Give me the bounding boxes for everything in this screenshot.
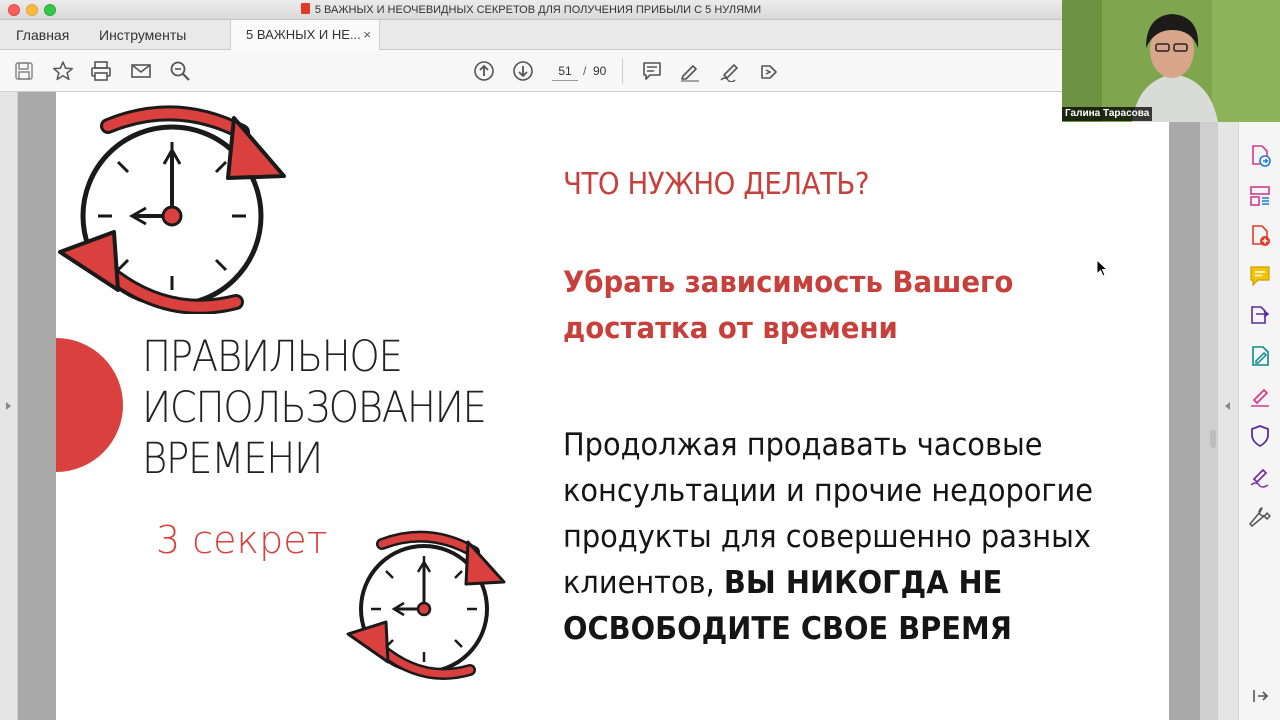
- edit-pdf-icon[interactable]: [1248, 344, 1272, 368]
- participant-name: Галина Тарасова: [1062, 107, 1153, 121]
- window-title: 5 ВАЖНЫХ И НЕОЧЕВИДНЫХ СЕКРЕТОВ ДЛЯ ПОЛУ…: [0, 3, 1062, 16]
- more-tools-icon[interactable]: [1248, 504, 1272, 528]
- collapse-pane-icon[interactable]: [1248, 684, 1272, 708]
- question-heading: ЧТО НУЖНО ДЕЛАТЬ?: [563, 167, 870, 202]
- export-pdf-icon[interactable]: [1248, 144, 1272, 168]
- zoom-search-icon[interactable]: [169, 60, 191, 82]
- webcam-video: [1062, 0, 1280, 122]
- red-circle-decoration: [56, 338, 123, 472]
- body-text: Продолжая продавать часовые консультации…: [563, 422, 1130, 652]
- clock-illustration-small: [346, 530, 506, 680]
- tab-document-label: 5 ВАЖНЫХ И НЕ...: [246, 27, 361, 42]
- collapse-right-pane-icon[interactable]: [1225, 402, 1230, 410]
- page-separator: /: [583, 64, 587, 78]
- mouse-cursor-icon: [1096, 259, 1108, 277]
- page-total: 90: [593, 64, 607, 78]
- comment-icon[interactable]: [641, 60, 663, 82]
- tab-home[interactable]: Главная: [16, 20, 69, 50]
- tab-bar: Главная Инструменты 5 ВАЖНЫХ И НЕ... ×: [0, 20, 1062, 51]
- page-down-icon[interactable]: [512, 60, 534, 82]
- toolbar-divider: [622, 58, 623, 84]
- create-pdf-icon[interactable]: [1248, 224, 1272, 248]
- organize-pages-icon[interactable]: [1248, 184, 1272, 208]
- page-up-icon[interactable]: [473, 60, 495, 82]
- tab-tools[interactable]: Инструменты: [99, 20, 186, 50]
- slide-title-line: ПРАВИЛЬНОЕ: [142, 332, 403, 382]
- expand-left-pane-icon[interactable]: [6, 402, 11, 410]
- print-icon[interactable]: [90, 60, 112, 82]
- slide-title: ПРАВИЛЬНОЕ ИСПОЛЬЗОВАНИЕ ВРЕМЕНИ: [142, 332, 487, 485]
- scrollbar-thumb[interactable]: [1210, 430, 1216, 448]
- share-icon[interactable]: [758, 60, 780, 82]
- pdf-page: ПРАВИЛЬНОЕ ИСПОЛЬЗОВАНИЕ ВРЕМЕНИ 3 секре…: [56, 92, 1169, 720]
- subheading: Убрать зависимость Вашего достатка от вр…: [563, 265, 1014, 345]
- slide-title-line: ВРЕМЕНИ: [142, 434, 323, 484]
- vertical-scrollbar-track[interactable]: [1200, 92, 1218, 720]
- save-icon[interactable]: [13, 60, 35, 82]
- combine-files-icon[interactable]: [1248, 304, 1272, 328]
- tab-document[interactable]: 5 ВАЖНЫХ И НЕ... ×: [230, 20, 380, 51]
- protect-icon[interactable]: [1248, 424, 1272, 448]
- highlight-pen-icon[interactable]: [679, 60, 701, 82]
- secret-number-label: 3 секрет: [156, 518, 328, 562]
- slide-title-line: ИСПОЛЬЗОВАНИЕ: [142, 383, 487, 433]
- email-icon[interactable]: [130, 60, 152, 82]
- bookmark-star-icon[interactable]: [52, 60, 74, 82]
- page-number-input[interactable]: 51: [552, 61, 578, 81]
- webcam-person-image: [1062, 0, 1280, 122]
- pdf-file-icon: [300, 3, 310, 14]
- comment-tool-icon[interactable]: [1248, 264, 1272, 288]
- tools-pane: [1238, 122, 1280, 720]
- window-titlebar: 5 ВАЖНЫХ И НЕОЧЕВИДНЫХ СЕКРЕТОВ ДЛЯ ПОЛУ…: [0, 0, 1062, 20]
- close-tab-icon[interactable]: ×: [363, 20, 371, 50]
- sign-icon[interactable]: [719, 60, 741, 83]
- clock-illustration-large: [58, 105, 286, 314]
- fill-sign-icon[interactable]: [1248, 384, 1272, 408]
- toolbar: 51 / 90: [0, 50, 1062, 92]
- send-sign-icon[interactable]: [1248, 464, 1272, 488]
